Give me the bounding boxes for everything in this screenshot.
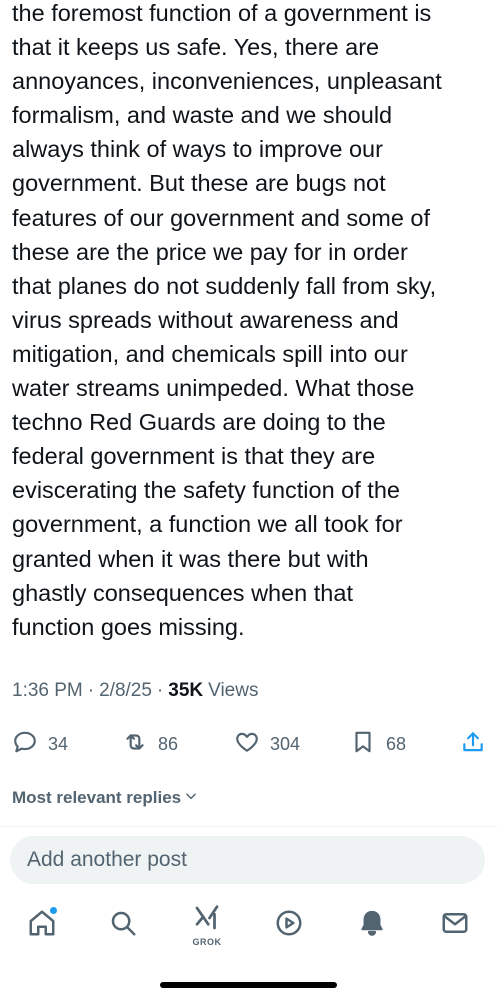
bookmark-button[interactable]: 68 (350, 724, 406, 764)
home-indicator-bar[interactable] (160, 982, 337, 988)
post-text-line: function goes missing. (12, 613, 245, 640)
divider (0, 826, 497, 827)
separator: · (87, 680, 95, 701)
share-button[interactable] (460, 724, 496, 764)
reply-button[interactable]: 34 (12, 724, 68, 764)
separator: · (156, 680, 164, 701)
replies-sort-label: Most relevant replies (12, 788, 182, 807)
tab-notifications[interactable] (342, 900, 402, 950)
post-text-line: formalism, and waste and we should (12, 102, 393, 129)
post-text-line: eviscerating the safety function of the (12, 477, 400, 504)
views-label[interactable]: Views (208, 680, 258, 702)
post-text-line: mitigation, and chemicals spill into our (12, 340, 408, 367)
repost-icon (122, 729, 158, 760)
compose-reply-input[interactable]: Add another post (10, 836, 485, 884)
post-text-line: ghastly consequences when that (12, 579, 353, 606)
bookmark-icon (350, 729, 386, 760)
repost-count: 86 (158, 733, 179, 754)
reply-count: 34 (48, 733, 69, 754)
tab-video[interactable] (259, 900, 319, 950)
replies-sort-dropdown[interactable]: Most relevant replies (12, 788, 198, 808)
like-button[interactable]: 304 (234, 724, 300, 764)
bookmark-count: 68 (386, 733, 407, 754)
post-time[interactable]: 1:36 PM (12, 680, 83, 702)
chevron-down-icon (181, 788, 198, 808)
post-text-line: federal government is that they are (12, 443, 376, 470)
post-text-line: features of our government and some of (12, 204, 431, 231)
tab-home[interactable] (12, 900, 72, 950)
post-text-line: always think of ways to improve our (12, 136, 383, 163)
grok-icon (192, 903, 222, 938)
home-notification-dot (50, 907, 57, 914)
post-text-line: that planes do not suddenly fall from sk… (12, 272, 437, 299)
post-text-line: government, a function we all took for (12, 511, 403, 538)
bottom-tab-bar: GROK (0, 900, 497, 960)
notifications-icon (357, 908, 387, 943)
post-text-line: these are the price we pay for in order (12, 238, 408, 265)
post-text: the foremost function of a government is… (12, 0, 492, 644)
grok-label: GROK (192, 937, 222, 947)
video-icon (274, 908, 304, 943)
post-actions: 34 86 304 68 (0, 724, 497, 764)
like-count: 304 (270, 733, 301, 754)
post-text-line: virus spreads without awareness and (12, 306, 399, 333)
share-icon (460, 729, 496, 760)
post-text-line: annoyances, inconveniences, unpleasant (12, 68, 442, 95)
post-text-line: that it keeps us safe. Yes, there are (12, 34, 380, 61)
tab-messages[interactable] (425, 900, 485, 950)
tab-grok[interactable]: GROK (177, 900, 237, 950)
post-text-line: techno Red Guards are doing to the (12, 409, 386, 436)
messages-icon (440, 908, 470, 943)
like-icon (234, 729, 270, 760)
post-text-line: government. But these are bugs not (12, 170, 386, 197)
search-icon (108, 908, 138, 943)
views-count[interactable]: 35K (168, 680, 203, 702)
post-metadata: 1:36 PM · 2/8/25 · 35K Views (12, 680, 258, 702)
compose-placeholder: Add another post (27, 848, 187, 871)
repost-button[interactable]: 86 (122, 724, 178, 764)
post-date[interactable]: 2/8/25 (99, 680, 152, 702)
post-text-line: water streams unimpeded. What those (12, 375, 415, 402)
reply-icon (12, 729, 48, 760)
tab-search[interactable] (93, 900, 153, 950)
post-text-line: granted when it was there but with (12, 545, 369, 572)
post-text-line: the foremost function of a government is (12, 0, 432, 26)
